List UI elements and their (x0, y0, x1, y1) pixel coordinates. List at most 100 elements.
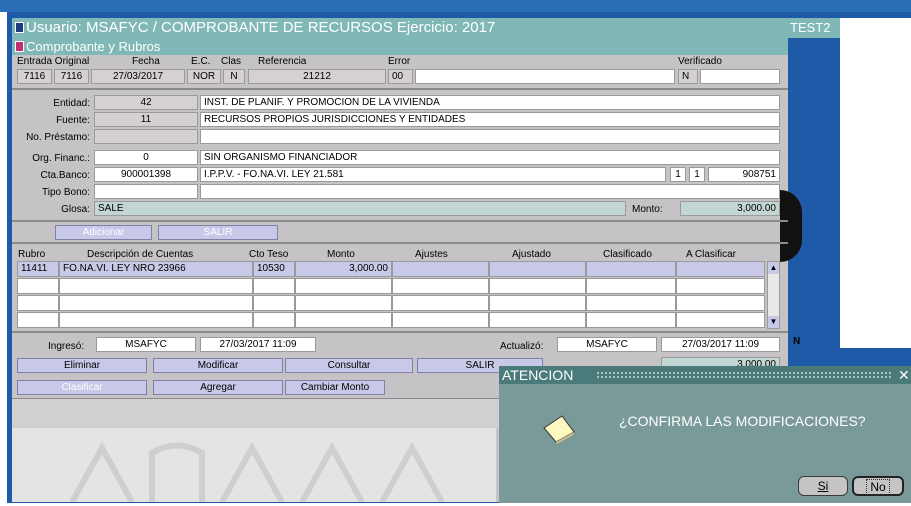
entrada-field-1[interactable]: 7116 (17, 69, 52, 84)
dialog-title-pattern (596, 371, 893, 379)
actualizo-user-field[interactable]: MSAFYC (557, 337, 657, 352)
entidad-code-field[interactable]: 42 (94, 95, 198, 110)
form-subtitle-bar: Comprobante y Rubros (12, 38, 788, 55)
cta-desc-field[interactable]: I.P.P.V. - FO.NA.VI. LEY 21.581 (200, 167, 666, 182)
label-referencia: Referencia (258, 56, 307, 67)
eliminar-button[interactable]: Eliminar (17, 358, 147, 373)
glosa-field[interactable]: SALE (94, 201, 626, 216)
table-cell[interactable]: 3,000.00 (295, 261, 392, 277)
top-bar (0, 0, 911, 12)
error-text-field[interactable] (415, 69, 675, 84)
table-cell[interactable] (676, 295, 765, 311)
prestamo-code-field[interactable] (94, 129, 198, 144)
modificar-button[interactable]: Modificar (153, 358, 283, 373)
table-cell[interactable] (489, 278, 586, 294)
fuente-desc-field[interactable]: RECURSOS PROPIOS JURISDICCIONES Y ENTIDA… (200, 112, 780, 127)
col-header-ajustado: Ajustado (512, 249, 551, 260)
watermark-logo-icon (69, 441, 445, 502)
table-cell[interactable] (489, 295, 586, 311)
label-actualizo: Actualizó: (500, 341, 544, 352)
org-desc-field[interactable]: SIN ORGANISMO FINANCIADOR (200, 150, 780, 165)
label-fuente: Fuente: (56, 115, 90, 126)
actualizo-date-field[interactable]: 27/03/2017 11:09 (661, 337, 780, 352)
table-cell[interactable] (586, 295, 676, 311)
label-entrada: Entrada Original (17, 56, 90, 67)
no-button[interactable]: No (852, 476, 904, 496)
table-cell[interactable] (295, 312, 392, 328)
label-entidad: Entidad: (53, 98, 90, 109)
prestamo-desc-field[interactable] (200, 129, 780, 144)
ingreso-user-field[interactable]: MSAFYC (96, 337, 196, 352)
fuente-code-field[interactable]: 11 (94, 112, 198, 127)
dialog-title: ATENCION (502, 367, 574, 383)
col-header-monto: Monto (327, 249, 355, 260)
clas-field[interactable]: N (223, 69, 245, 84)
table-cell[interactable] (489, 312, 586, 328)
divider (12, 88, 788, 90)
table-cell[interactable] (253, 295, 295, 311)
table-cell[interactable] (17, 295, 59, 311)
table-scrollbar[interactable]: ▲ ▼ (767, 261, 780, 329)
agregar-button[interactable]: Agregar (153, 380, 283, 395)
entrada-field-2[interactable]: 7116 (54, 69, 89, 84)
table-cell[interactable] (295, 295, 392, 311)
no-label: No (866, 479, 890, 495)
table-cell[interactable] (676, 312, 765, 328)
cambiar-monto-button[interactable]: Cambiar Monto (285, 380, 385, 395)
fecha-field[interactable]: 27/03/2017 (91, 69, 185, 84)
table-cell[interactable] (586, 261, 676, 277)
table-cell[interactable] (392, 261, 489, 277)
table-cell[interactable] (676, 261, 765, 277)
table-cell[interactable] (253, 278, 295, 294)
close-icon[interactable]: ✕ (898, 366, 911, 384)
referencia-field[interactable]: 21212 (248, 69, 386, 84)
table-cell[interactable] (489, 261, 586, 277)
side-letter: N (793, 336, 801, 347)
table-cell[interactable] (586, 312, 676, 328)
label-tipo-bono: Tipo Bono: (42, 187, 90, 198)
ingreso-date-field[interactable]: 27/03/2017 11:09 (200, 337, 316, 352)
si-button[interactable]: Si (798, 476, 848, 496)
cta-extra-field-1[interactable]: 1 (670, 167, 686, 182)
table-cell[interactable]: 11411 (17, 261, 59, 277)
cta-extra-field-3[interactable]: 908751 (708, 167, 780, 182)
consultar-button[interactable]: Consultar (285, 358, 413, 373)
verificado-field[interactable]: N (678, 69, 698, 84)
scroll-down-icon[interactable]: ▼ (768, 316, 779, 328)
cta-extra-field-2[interactable]: 1 (689, 167, 705, 182)
bono-code-field[interactable] (94, 184, 198, 199)
dialog-message: ¿CONFIRMA LAS MODIFICACIONES? (619, 413, 866, 429)
bono-desc-field[interactable] (200, 184, 780, 199)
scroll-up-icon[interactable]: ▲ (768, 262, 779, 274)
table-cell[interactable] (17, 278, 59, 294)
label-glosa: Glosa: (61, 204, 90, 215)
table-cell[interactable] (295, 278, 392, 294)
monto-field[interactable]: 3,000.00 (680, 201, 780, 216)
label-org-financ: Org. Financ.: (32, 153, 90, 164)
adicionar-button[interactable]: Adicionar (55, 225, 152, 240)
table-cell[interactable] (17, 312, 59, 328)
entidad-desc-field[interactable]: INST. DE PLANIF. Y PROMOCION DE LA VIVIE… (200, 95, 780, 110)
table-cell[interactable] (392, 295, 489, 311)
salir-mid-button[interactable]: SALIR (158, 225, 278, 240)
ec-field[interactable]: NOR (187, 69, 221, 84)
table-cell[interactable] (59, 312, 253, 328)
cta-code-field[interactable]: 900001398 (94, 167, 198, 182)
verificado-extra-field[interactable] (700, 69, 780, 84)
dark-arc-shape (780, 190, 802, 262)
table-cell[interactable] (586, 278, 676, 294)
table-cell[interactable]: FO.NA.VI. LEY NRO 23966 (59, 261, 253, 277)
table-cell[interactable] (59, 278, 253, 294)
table-cell[interactable] (392, 312, 489, 328)
table-cell[interactable] (59, 295, 253, 311)
col-header-descripcion: Descripción de Cuentas (87, 249, 194, 260)
table-cell[interactable] (392, 278, 489, 294)
table-cell[interactable] (676, 278, 765, 294)
table-cell[interactable] (253, 312, 295, 328)
error-code-field[interactable]: 00 (388, 69, 413, 84)
table-cell[interactable]: 10530 (253, 261, 295, 277)
org-code-field[interactable]: 0 (94, 150, 198, 165)
clasificar-button[interactable]: Clasificar (17, 380, 147, 395)
form-subtitle: Comprobante y Rubros (26, 39, 161, 54)
divider (12, 220, 788, 222)
